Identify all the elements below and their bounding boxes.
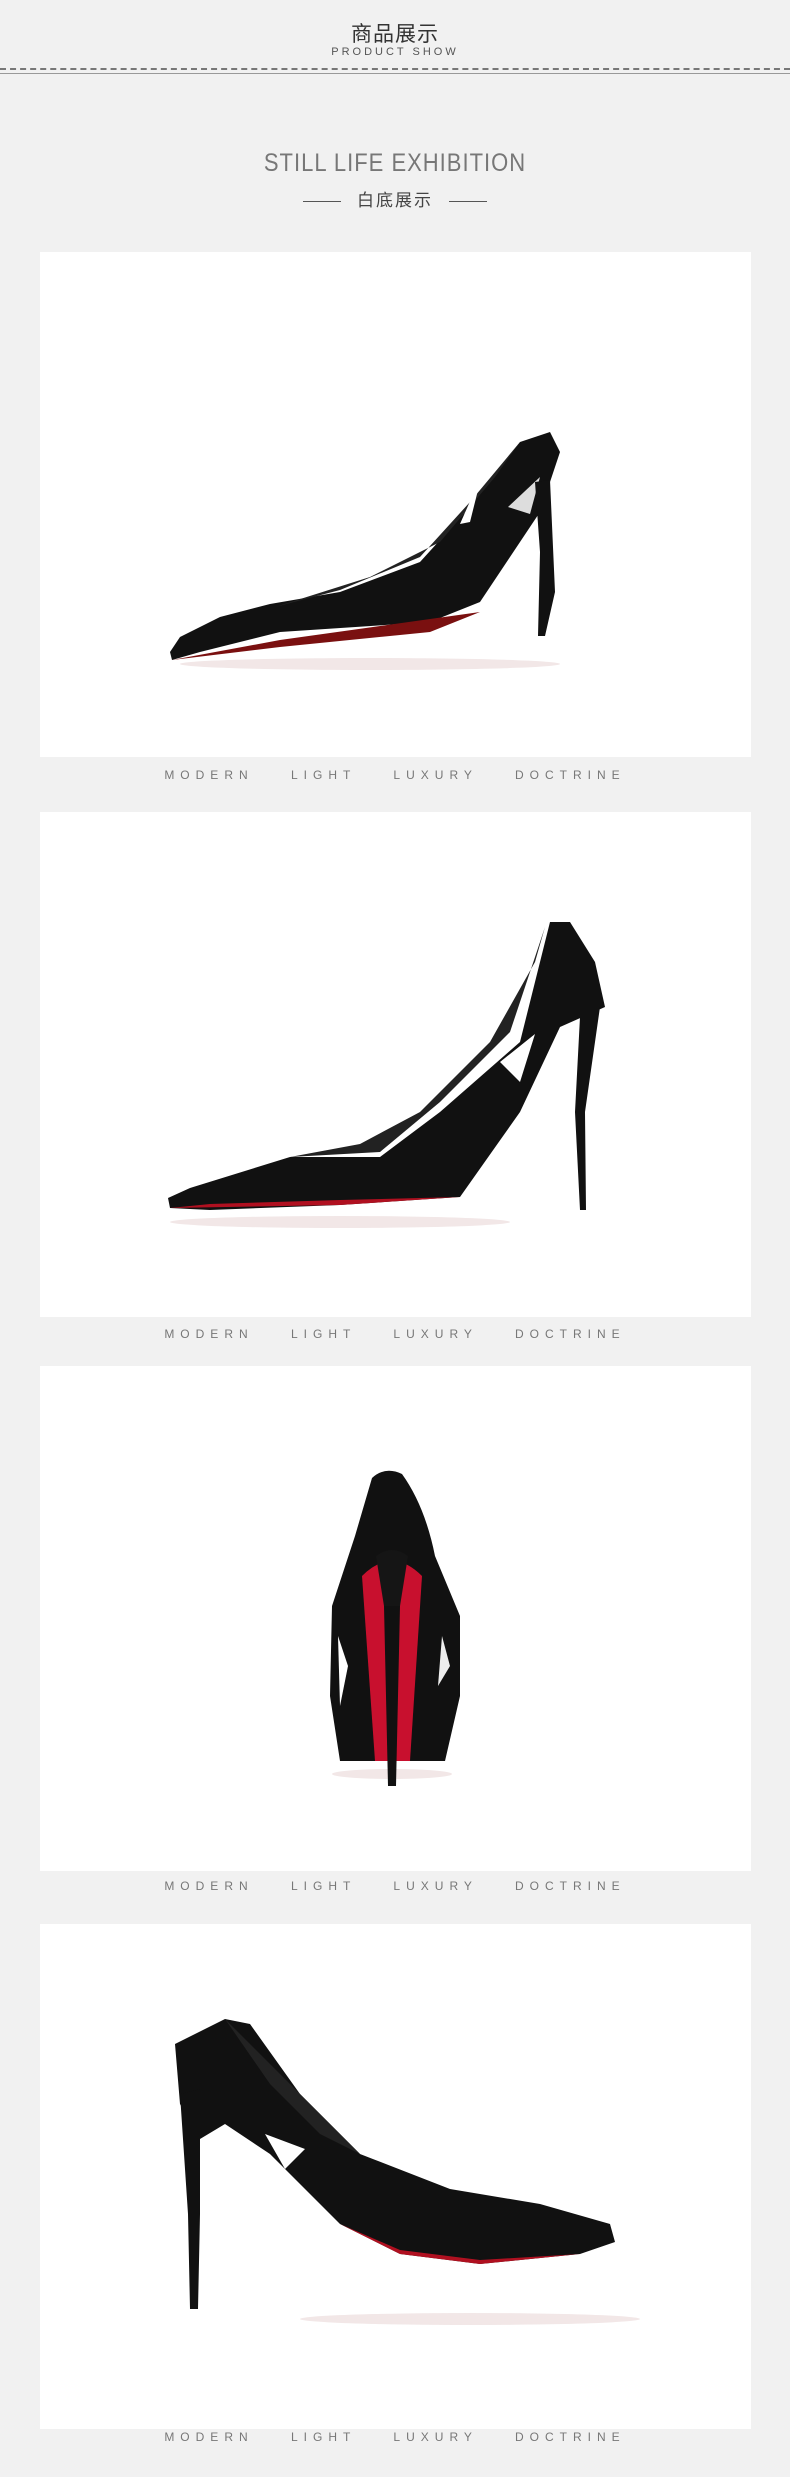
subtitle-left-line — [303, 200, 341, 202]
shoe-side-view-image-2 — [168, 922, 605, 1228]
page-title: 商品展示 — [351, 22, 439, 46]
section-subtitle-row: 白底展示 — [0, 186, 790, 211]
page-header: 商品展示 PRODUCT SHOW — [0, 0, 790, 76]
shoe-back-view-image — [330, 1470, 460, 1786]
page-subtitle: PRODUCT SHOW — [331, 46, 459, 58]
caption-2: MODERN LIGHT LUXURY DOCTRINE — [164, 1327, 626, 1341]
product-image-2 — [40, 812, 751, 1317]
shoe-side-view-right-image — [175, 2019, 640, 2325]
header-divider — [0, 68, 790, 70]
caption-3: MODERN LIGHT LUXURY DOCTRINE — [164, 1879, 626, 1893]
subtitle-right-line — [449, 200, 487, 202]
section-subtitle: 白底展示 — [357, 191, 433, 211]
product-image-3 — [40, 1366, 751, 1871]
caption-4: MODERN LIGHT LUXURY DOCTRINE — [164, 2430, 626, 2444]
section-title: STILL LIFE EXHIBITION — [263, 148, 527, 177]
shoe-side-view-image — [170, 432, 560, 670]
product-image-1 — [40, 252, 751, 757]
caption-1: MODERN LIGHT LUXURY DOCTRINE — [164, 768, 626, 782]
product-image-4 — [40, 1924, 751, 2429]
header-divider-line — [0, 73, 790, 74]
